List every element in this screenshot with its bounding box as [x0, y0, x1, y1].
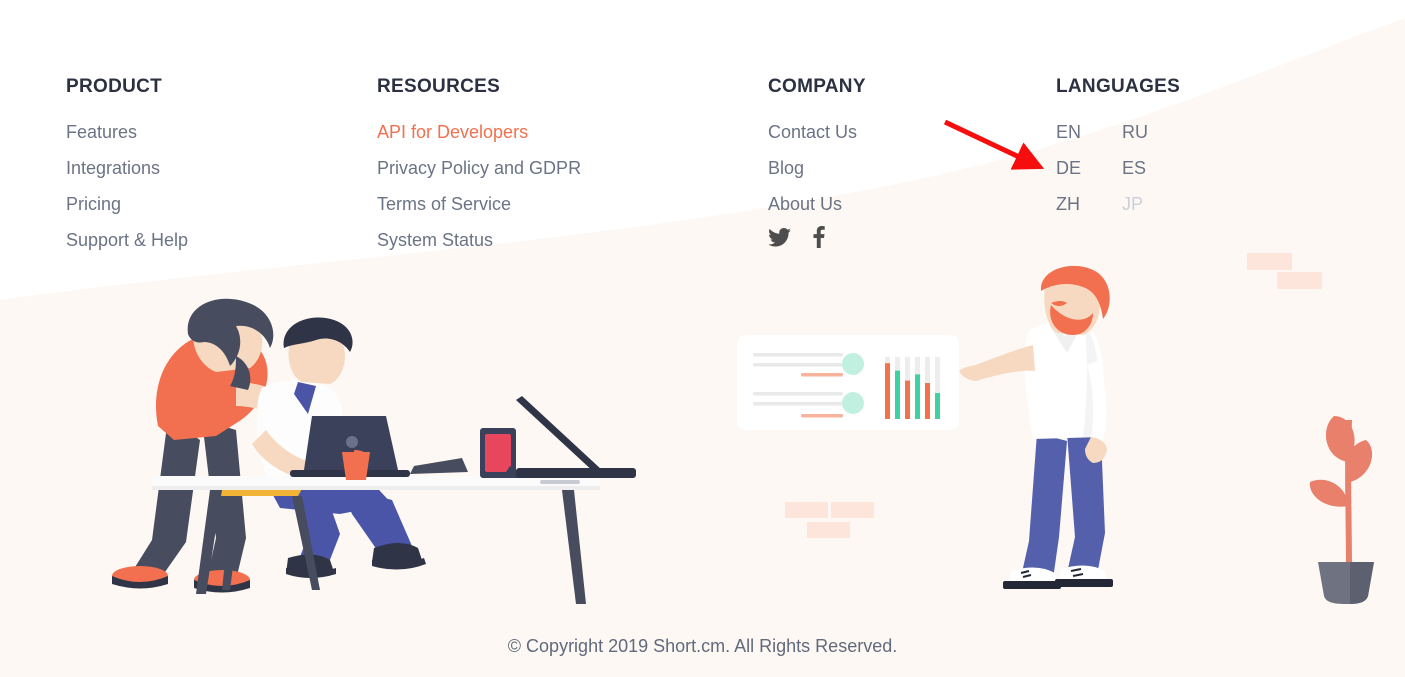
link-about-us[interactable]: About Us [768, 186, 866, 222]
site-footer: PRODUCT Features Integrations Pricing Su… [0, 0, 1405, 677]
language-en[interactable]: EN [1056, 114, 1122, 150]
link-pricing[interactable]: Pricing [66, 186, 188, 222]
language-grid: EN RU DE ES ZH JP [1056, 114, 1180, 222]
column-title-product: PRODUCT [66, 76, 163, 97]
facebook-icon[interactable] [813, 226, 825, 248]
language-jp[interactable]: JP [1122, 186, 1180, 222]
column-title-languages: LANGUAGES [1056, 76, 1181, 97]
illustration-pointing-man [959, 265, 1113, 589]
footer-column-languages: LANGUAGES EN RU DE ES ZH JP [1056, 76, 1180, 222]
annotation-arrow-icon [943, 119, 1045, 170]
illustration-team-at-desk [112, 298, 636, 604]
link-terms-of-service[interactable]: Terms of Service [377, 186, 581, 222]
illustration-potted-plant [1309, 416, 1374, 604]
link-api-for-developers[interactable]: API for Developers [377, 114, 581, 150]
link-integrations[interactable]: Integrations [66, 150, 188, 186]
twitter-icon[interactable] [768, 227, 791, 247]
footer-column-resources: RESOURCES API for Developers Privacy Pol… [377, 76, 581, 258]
footer-column-company: COMPANY Contact Us Blog About Us [768, 76, 866, 248]
language-es[interactable]: ES [1122, 150, 1180, 186]
language-ru[interactable]: RU [1122, 114, 1180, 150]
link-privacy-policy-gdpr[interactable]: Privacy Policy and GDPR [377, 150, 581, 186]
column-title-resources: RESOURCES [377, 76, 501, 97]
link-blog[interactable]: Blog [768, 150, 866, 186]
social-links [768, 226, 866, 248]
language-zh[interactable]: ZH [1056, 186, 1122, 222]
link-features[interactable]: Features [66, 114, 188, 150]
link-contact-us[interactable]: Contact Us [768, 114, 866, 150]
footer-column-product: PRODUCT Features Integrations Pricing Su… [66, 76, 188, 258]
copyright-text: © Copyright 2019 Short.cm. All Rights Re… [507, 636, 898, 656]
language-de[interactable]: DE [1056, 150, 1122, 186]
link-system-status[interactable]: System Status [377, 222, 581, 258]
decorative-blocks-top-right [1247, 253, 1322, 289]
decorative-blocks-middle [785, 502, 874, 538]
column-title-company: COMPANY [768, 76, 866, 97]
analytics-dashboard-card [737, 335, 959, 430]
link-support-help[interactable]: Support & Help [66, 222, 188, 258]
